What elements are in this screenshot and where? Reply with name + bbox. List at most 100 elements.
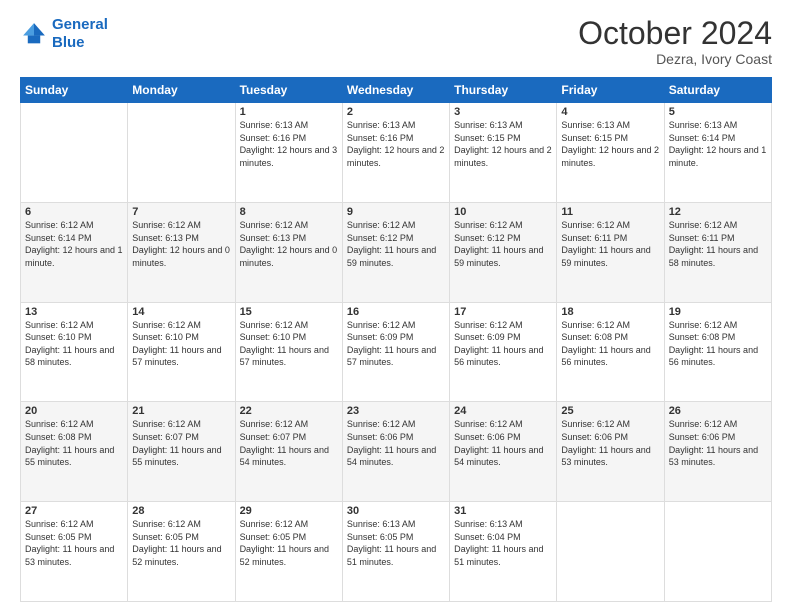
day-info: Sunrise: 6:12 AM Sunset: 6:06 PM Dayligh… (669, 418, 767, 468)
calendar-cell: 27 Sunrise: 6:12 AM Sunset: 6:05 PM Dayl… (21, 502, 128, 602)
day-number: 5 (669, 106, 767, 118)
day-number: 13 (25, 306, 123, 318)
week-row-0: 1 Sunrise: 6:13 AM Sunset: 6:16 PM Dayli… (21, 103, 772, 203)
calendar-cell: 24 Sunrise: 6:12 AM Sunset: 6:06 PM Dayl… (450, 402, 557, 502)
calendar-header-row: Sunday Monday Tuesday Wednesday Thursday… (21, 78, 772, 103)
calendar-cell: 28 Sunrise: 6:12 AM Sunset: 6:05 PM Dayl… (128, 502, 235, 602)
day-number: 24 (454, 405, 552, 417)
day-info: Sunrise: 6:12 AM Sunset: 6:10 PM Dayligh… (240, 319, 338, 369)
day-info: Sunrise: 6:12 AM Sunset: 6:06 PM Dayligh… (561, 418, 659, 468)
month-title: October 2024 (578, 16, 772, 51)
col-tuesday: Tuesday (235, 78, 342, 103)
location-subtitle: Dezra, Ivory Coast (578, 51, 772, 67)
col-friday: Friday (557, 78, 664, 103)
header: General Blue October 2024 Dezra, Ivory C… (20, 16, 772, 67)
day-info: Sunrise: 6:12 AM Sunset: 6:07 PM Dayligh… (240, 418, 338, 468)
col-monday: Monday (128, 78, 235, 103)
week-row-2: 13 Sunrise: 6:12 AM Sunset: 6:10 PM Dayl… (21, 302, 772, 402)
calendar-cell: 25 Sunrise: 6:12 AM Sunset: 6:06 PM Dayl… (557, 402, 664, 502)
day-info: Sunrise: 6:12 AM Sunset: 6:08 PM Dayligh… (561, 319, 659, 369)
day-number: 1 (240, 106, 338, 118)
day-info: Sunrise: 6:12 AM Sunset: 6:07 PM Dayligh… (132, 418, 230, 468)
day-number: 4 (561, 106, 659, 118)
calendar-cell: 17 Sunrise: 6:12 AM Sunset: 6:09 PM Dayl… (450, 302, 557, 402)
calendar-cell: 16 Sunrise: 6:12 AM Sunset: 6:09 PM Dayl… (342, 302, 449, 402)
logo: General Blue (20, 16, 108, 52)
logo-icon (20, 20, 48, 48)
day-number: 16 (347, 306, 445, 318)
col-wednesday: Wednesday (342, 78, 449, 103)
day-info: Sunrise: 6:12 AM Sunset: 6:05 PM Dayligh… (132, 518, 230, 568)
calendar-cell: 14 Sunrise: 6:12 AM Sunset: 6:10 PM Dayl… (128, 302, 235, 402)
day-info: Sunrise: 6:12 AM Sunset: 6:06 PM Dayligh… (347, 418, 445, 468)
day-number: 28 (132, 505, 230, 517)
calendar-cell: 4 Sunrise: 6:13 AM Sunset: 6:15 PM Dayli… (557, 103, 664, 203)
calendar-cell: 6 Sunrise: 6:12 AM Sunset: 6:14 PM Dayli… (21, 202, 128, 302)
day-info: Sunrise: 6:12 AM Sunset: 6:10 PM Dayligh… (132, 319, 230, 369)
day-number: 10 (454, 206, 552, 218)
calendar-cell: 10 Sunrise: 6:12 AM Sunset: 6:12 PM Dayl… (450, 202, 557, 302)
calendar-cell: 1 Sunrise: 6:13 AM Sunset: 6:16 PM Dayli… (235, 103, 342, 203)
calendar-cell: 15 Sunrise: 6:12 AM Sunset: 6:10 PM Dayl… (235, 302, 342, 402)
day-number: 21 (132, 405, 230, 417)
day-number: 29 (240, 505, 338, 517)
calendar-cell: 2 Sunrise: 6:13 AM Sunset: 6:16 PM Dayli… (342, 103, 449, 203)
col-saturday: Saturday (664, 78, 771, 103)
col-sunday: Sunday (21, 78, 128, 103)
day-info: Sunrise: 6:12 AM Sunset: 6:14 PM Dayligh… (25, 219, 123, 269)
calendar-cell: 30 Sunrise: 6:13 AM Sunset: 6:05 PM Dayl… (342, 502, 449, 602)
day-info: Sunrise: 6:12 AM Sunset: 6:09 PM Dayligh… (347, 319, 445, 369)
calendar-cell (21, 103, 128, 203)
logo-line2: Blue (52, 34, 85, 51)
calendar-cell: 7 Sunrise: 6:12 AM Sunset: 6:13 PM Dayli… (128, 202, 235, 302)
day-info: Sunrise: 6:13 AM Sunset: 6:16 PM Dayligh… (347, 119, 445, 169)
day-number: 8 (240, 206, 338, 218)
page: General Blue October 2024 Dezra, Ivory C… (0, 0, 792, 612)
day-number: 31 (454, 505, 552, 517)
day-info: Sunrise: 6:12 AM Sunset: 6:06 PM Dayligh… (454, 418, 552, 468)
day-number: 25 (561, 405, 659, 417)
day-info: Sunrise: 6:12 AM Sunset: 6:13 PM Dayligh… (240, 219, 338, 269)
calendar-cell (664, 502, 771, 602)
day-number: 2 (347, 106, 445, 118)
week-row-3: 20 Sunrise: 6:12 AM Sunset: 6:08 PM Dayl… (21, 402, 772, 502)
day-number: 19 (669, 306, 767, 318)
day-number: 3 (454, 106, 552, 118)
day-info: Sunrise: 6:13 AM Sunset: 6:15 PM Dayligh… (454, 119, 552, 169)
day-info: Sunrise: 6:13 AM Sunset: 6:15 PM Dayligh… (561, 119, 659, 169)
day-number: 11 (561, 206, 659, 218)
calendar-cell: 11 Sunrise: 6:12 AM Sunset: 6:11 PM Dayl… (557, 202, 664, 302)
day-number: 17 (454, 306, 552, 318)
day-info: Sunrise: 6:12 AM Sunset: 6:05 PM Dayligh… (240, 518, 338, 568)
calendar-cell: 29 Sunrise: 6:12 AM Sunset: 6:05 PM Dayl… (235, 502, 342, 602)
calendar-cell: 31 Sunrise: 6:13 AM Sunset: 6:04 PM Dayl… (450, 502, 557, 602)
day-info: Sunrise: 6:12 AM Sunset: 6:11 PM Dayligh… (669, 219, 767, 269)
logo-line1: General (52, 16, 108, 33)
day-number: 12 (669, 206, 767, 218)
day-info: Sunrise: 6:12 AM Sunset: 6:10 PM Dayligh… (25, 319, 123, 369)
day-number: 14 (132, 306, 230, 318)
day-info: Sunrise: 6:12 AM Sunset: 6:11 PM Dayligh… (561, 219, 659, 269)
calendar-cell: 23 Sunrise: 6:12 AM Sunset: 6:06 PM Dayl… (342, 402, 449, 502)
calendar-cell: 8 Sunrise: 6:12 AM Sunset: 6:13 PM Dayli… (235, 202, 342, 302)
day-info: Sunrise: 6:12 AM Sunset: 6:08 PM Dayligh… (25, 418, 123, 468)
day-number: 22 (240, 405, 338, 417)
calendar-cell: 3 Sunrise: 6:13 AM Sunset: 6:15 PM Dayli… (450, 103, 557, 203)
day-info: Sunrise: 6:12 AM Sunset: 6:09 PM Dayligh… (454, 319, 552, 369)
col-thursday: Thursday (450, 78, 557, 103)
day-number: 6 (25, 206, 123, 218)
day-number: 9 (347, 206, 445, 218)
week-row-4: 27 Sunrise: 6:12 AM Sunset: 6:05 PM Dayl… (21, 502, 772, 602)
logo-text: General Blue (52, 16, 108, 52)
day-number: 23 (347, 405, 445, 417)
day-info: Sunrise: 6:13 AM Sunset: 6:16 PM Dayligh… (240, 119, 338, 169)
day-info: Sunrise: 6:12 AM Sunset: 6:13 PM Dayligh… (132, 219, 230, 269)
day-info: Sunrise: 6:13 AM Sunset: 6:04 PM Dayligh… (454, 518, 552, 568)
day-info: Sunrise: 6:13 AM Sunset: 6:14 PM Dayligh… (669, 119, 767, 169)
day-number: 7 (132, 206, 230, 218)
calendar-cell: 19 Sunrise: 6:12 AM Sunset: 6:08 PM Dayl… (664, 302, 771, 402)
day-number: 27 (25, 505, 123, 517)
calendar-cell (128, 103, 235, 203)
calendar-cell: 26 Sunrise: 6:12 AM Sunset: 6:06 PM Dayl… (664, 402, 771, 502)
title-block: October 2024 Dezra, Ivory Coast (578, 16, 772, 67)
